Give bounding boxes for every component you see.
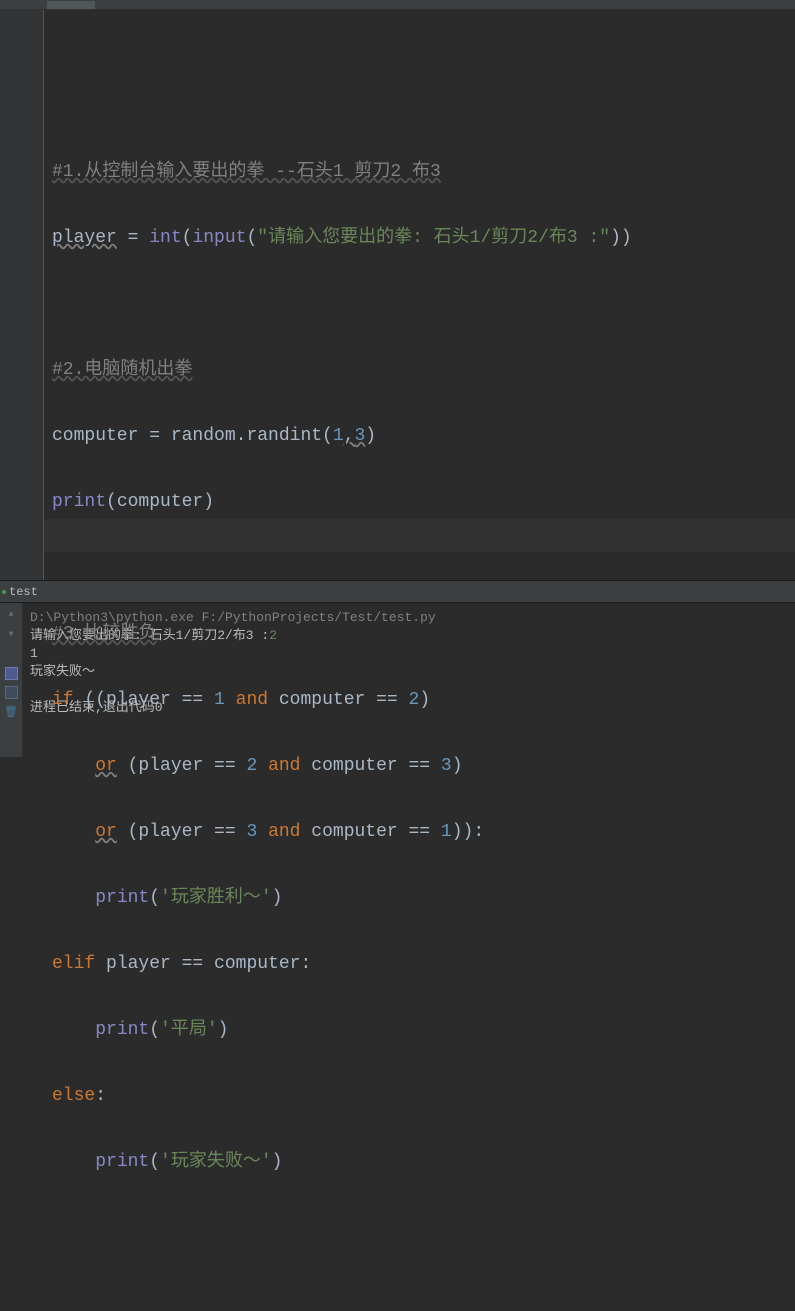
terminal-tab-name[interactable]: test [9, 585, 38, 599]
run-status-icon [2, 590, 6, 594]
editor-container: #1.从控制台输入要出的拳 --石头1 剪刀2 布3 player = int(… [0, 10, 795, 580]
comment-text: #3.比较胜负 [52, 624, 156, 644]
trash-icon[interactable] [4, 705, 18, 719]
terminal-toolbar [0, 603, 22, 757]
keyword-if: if [52, 690, 74, 710]
builtin-print: print [95, 1152, 149, 1172]
code-editor[interactable]: #1.从控制台输入要出的拳 --石头1 剪刀2 布3 player = int(… [44, 10, 795, 580]
editor-tab-bar [0, 0, 795, 10]
variable: player [52, 228, 117, 248]
active-tab-indicator[interactable] [47, 1, 95, 9]
variable: computer [52, 426, 138, 446]
comment-text: #1.从控制台输入要出的拳 --石头1 剪刀2 布3 [52, 162, 441, 182]
filter-icon[interactable] [5, 686, 18, 699]
builtin-input: input [192, 228, 246, 248]
builtin-print: print [95, 1020, 149, 1040]
line-number-gutter [0, 10, 44, 580]
arrow-down-icon[interactable] [4, 627, 18, 641]
comment-text: #2.电脑随机出拳 [52, 360, 192, 380]
builtin-print: print [95, 888, 149, 908]
keyword-elif: elif [52, 954, 95, 974]
keyword-or: or [95, 822, 117, 842]
keyword-or: or [95, 756, 117, 776]
builtin-int: int [149, 228, 181, 248]
toggle-icon[interactable] [5, 667, 18, 680]
output-line: 1 [30, 646, 38, 661]
builtin-print: print [52, 492, 106, 512]
toolbar-spacer [4, 647, 18, 661]
arrow-up-icon[interactable] [4, 607, 18, 621]
string-literal: "请输入您要出的拳: 石头1/剪刀2/布3 :" [257, 228, 610, 248]
keyword-else: else [52, 1086, 95, 1106]
